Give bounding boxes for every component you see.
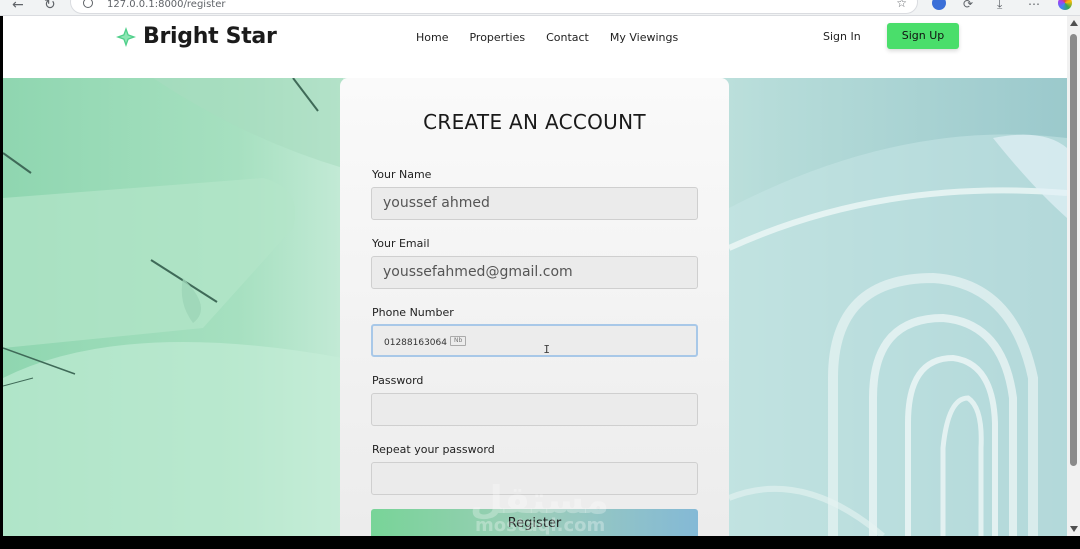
site-info-icon[interactable] (83, 0, 93, 8)
taskbar-edge (0, 536, 1080, 549)
extensions-puzzle-icon[interactable]: ⟳ (963, 0, 973, 11)
browser-toolbar: ← ↻ 127.0.0.1:8000/register ☆ ⟳ ⤓ ⋯ (0, 0, 1080, 16)
address-bar[interactable]: 127.0.0.1:8000/register ☆ (70, 0, 918, 14)
register-form: CREATE AN ACCOUNT Your Name youssef ahme… (340, 78, 729, 541)
watermark-text: mostaql.com (475, 515, 606, 536)
main-nav: Home Properties Contact My Viewings (416, 31, 678, 44)
scroll-thumb[interactable] (1070, 34, 1077, 466)
text-cursor-icon: I (543, 343, 550, 356)
email-input[interactable]: youssefahmed@gmail.com (371, 256, 698, 289)
phone-value: 01288163064 (384, 338, 447, 348)
star-logo-icon (116, 27, 136, 47)
site-header: Bright Star Home Properties Contact My V… (3, 16, 1067, 78)
sign-in-link[interactable]: Sign In (823, 30, 861, 43)
back-icon[interactable]: ← (12, 0, 24, 13)
name-label: Your Name (372, 168, 432, 181)
form-title: CREATE AN ACCOUNT (423, 110, 646, 134)
nav-properties[interactable]: Properties (469, 31, 525, 44)
scroll-down-icon[interactable] (1070, 526, 1078, 532)
nav-home[interactable]: Home (416, 31, 448, 44)
phone-label: Phone Number (372, 306, 454, 319)
menu-icon[interactable]: ⋯ (1028, 0, 1040, 11)
download-icon[interactable]: ⤓ (997, 0, 1002, 12)
url-text[interactable]: 127.0.0.1:8000/register (107, 0, 225, 10)
password-input[interactable] (371, 393, 698, 426)
bookmark-star-icon[interactable]: ☆ (896, 0, 907, 10)
name-input[interactable]: youssef ahmed (371, 187, 698, 220)
autofill-badge: Nb (450, 336, 467, 346)
nav-contact[interactable]: Contact (546, 31, 589, 44)
scroll-up-icon[interactable] (1070, 20, 1078, 26)
nav-my-viewings[interactable]: My Viewings (610, 31, 678, 44)
phone-input[interactable]: 01288163064 Nb I (371, 324, 698, 357)
profile-icon[interactable] (1058, 0, 1072, 10)
brand-name[interactable]: Bright Star (143, 24, 277, 49)
password-label: Password (372, 374, 424, 387)
reload-icon[interactable]: ↻ (44, 0, 56, 13)
page-scrollbar[interactable] (1067, 16, 1080, 536)
sign-up-button[interactable]: Sign Up (887, 23, 959, 49)
repeat-password-label: Repeat your password (372, 443, 495, 456)
extension-icon[interactable] (932, 0, 946, 10)
email-label: Your Email (372, 237, 430, 250)
